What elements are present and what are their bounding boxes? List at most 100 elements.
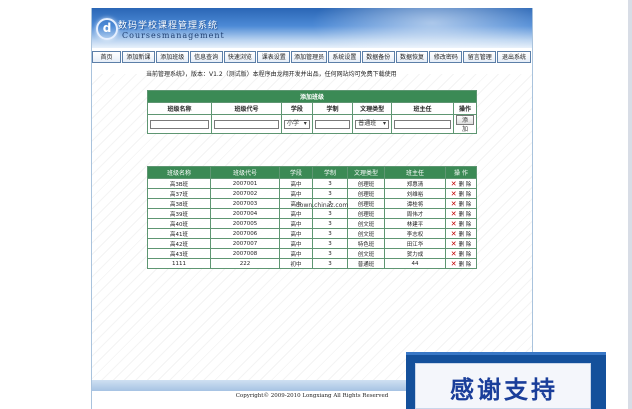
col-type: 文理类型 (352, 102, 392, 115)
nav-restore[interactable]: 数据恢复 (395, 51, 429, 63)
delete-label: 删 除 (458, 261, 472, 268)
cell-type: 创文班 (347, 228, 385, 239)
cell-teacher: 田江华 (384, 238, 446, 249)
cell-years: 3 (312, 208, 348, 219)
cell-class-code: 2007005 (210, 218, 280, 229)
table-row: 高40班 2007005 高中 3 创文班 林建平 ✕ 删 除 (147, 218, 477, 229)
cell-teacher: 刘维裕 (384, 188, 446, 199)
add-button[interactable]: 添加 (456, 115, 474, 133)
banner-glow (302, 8, 532, 48)
type-value: 普通班 (358, 120, 377, 127)
cell-teacher: 郑惠清 (384, 178, 446, 189)
stage-select[interactable]: 小学 ▾ (284, 119, 310, 129)
table-row: 1111 222 初中 3 普通班 44 ✕ 删 除 (147, 258, 477, 269)
cell-class-code: 2007003 (210, 198, 280, 209)
cell-type: 创文班 (347, 248, 385, 259)
cell-class-name: 高39班 (147, 208, 211, 219)
nav-backup[interactable]: 数据备份 (361, 51, 395, 63)
header-banner: d 数码学校课程管理系统 Coursesmanagement (92, 8, 532, 48)
delete-label: 删 除 (458, 221, 472, 228)
nav-add-course[interactable]: 添加新课 (121, 51, 155, 63)
cell-years: 3 (312, 248, 348, 259)
cell-class-code: 2007004 (210, 208, 280, 219)
cell-stage: 高中 (279, 238, 313, 249)
cell-action: ✕ 删 除 (445, 248, 477, 259)
cell-class-code: 2007002 (210, 188, 280, 199)
cell-action: ✕ 删 除 (445, 208, 477, 219)
col-action: 操作 (453, 102, 477, 115)
nav-add-class[interactable]: 添加班级 (155, 51, 189, 63)
delete-button[interactable]: ✕ 删 除 (446, 200, 476, 208)
cell-teacher: 44 (384, 258, 446, 269)
teacher-input[interactable] (393, 119, 452, 129)
delete-icon: ✕ (450, 179, 457, 188)
cell-years: 3 (312, 178, 348, 189)
app-title: 数码学校课程管理系统 (118, 21, 219, 31)
cell-action: ✕ 删 除 (445, 228, 477, 239)
table-row: 高41班 2007006 高中 3 创文班 李志权 ✕ 删 除 (147, 228, 477, 239)
table-row: 高42班 2007007 高中 3 特色班 田江华 ✕ 删 除 (147, 238, 477, 249)
cell-stage: 高中 (279, 178, 313, 189)
delete-label: 删 除 (458, 241, 472, 248)
table-body: 高3B班 2007001 高中 3 创理班 郑惠清 ✕ 删 除高37班 2007002 高中 3 创理… (147, 178, 477, 269)
cell-stage: 高中 (279, 188, 313, 199)
years-input[interactable] (314, 119, 351, 129)
cell-type: 创理班 (347, 198, 385, 209)
table-header: 文理类型 (347, 166, 385, 179)
cell-teacher: 贺力成 (384, 248, 446, 259)
cell-teacher: 周伟才 (384, 208, 446, 219)
cell-class-code: 2007001 (210, 178, 280, 189)
nav-messages[interactable]: 留言管理 (463, 51, 497, 63)
app-frame: d 数码学校课程管理系统 Coursesmanagement 首页 添加新课 添… (91, 8, 533, 409)
window-edge (628, 0, 632, 409)
class-name-input[interactable] (150, 119, 210, 129)
table-row: 高37班 2007002 高中 3 创理班 刘维裕 ✕ 删 除 (147, 188, 477, 199)
nav-logout[interactable]: 退出系统 (497, 51, 531, 63)
nav-home[interactable]: 首页 (92, 51, 121, 63)
cell-class-name: 1111 (147, 258, 211, 269)
delete-button[interactable]: ✕ 删 除 (446, 250, 476, 258)
delete-icon: ✕ (450, 229, 457, 238)
cell-class-name: 高38班 (147, 198, 211, 209)
logo-icon: d (96, 18, 118, 40)
delete-button[interactable]: ✕ 删 除 (446, 230, 476, 238)
table-header: 学段 (279, 166, 313, 179)
promo-banner[interactable]: 感谢支持 (406, 352, 606, 409)
nav-quick-browse[interactable]: 快速浏览 (223, 51, 257, 63)
table-header: 学制 (312, 166, 348, 179)
cell-stage: 高中 (279, 218, 313, 229)
class-table: 班级名称 班级代号 学段 学制 文理类型 班主任 操 作 高3B班 2007001… (147, 166, 477, 269)
class-code-input[interactable] (214, 119, 280, 129)
cell-years: 3 (312, 228, 348, 239)
delete-button[interactable]: ✕ 删 除 (446, 180, 476, 188)
cell-years: 3 (312, 218, 348, 229)
delete-button[interactable]: ✕ 删 除 (446, 260, 476, 268)
nav-schedule-settings[interactable]: 课表设置 (257, 51, 291, 63)
main-nav: 首页 添加新课 添加班级 信息查询 快速浏览 课表设置 添加管理员 系统设置 数… (92, 51, 532, 63)
type-select[interactable]: 普通班 ▾ (355, 119, 389, 129)
promo-text: 感谢支持 (450, 376, 558, 404)
cell-action: ✕ 删 除 (445, 218, 477, 229)
form-caption: 添加班级 (147, 90, 477, 103)
col-stage: 学段 (281, 102, 313, 115)
table-row: 高3B班 2007001 高中 3 创理班 郑惠清 ✕ 删 除 (147, 178, 477, 189)
nav-add-admin[interactable]: 添加管理员 (291, 51, 327, 63)
delete-button[interactable]: ✕ 删 除 (446, 240, 476, 248)
nav-system-settings[interactable]: 系统设置 (327, 51, 361, 63)
delete-label: 删 除 (458, 201, 472, 208)
table-row: 高39班 2007004 高中 3 创理班 周伟才 ✕ 删 除 (147, 208, 477, 219)
cell-years: 3 (312, 258, 348, 269)
delete-button[interactable]: ✕ 删 除 (446, 220, 476, 228)
nav-change-password[interactable]: 修改密码 (429, 51, 463, 63)
cell-class-code: 2007007 (210, 238, 280, 249)
delete-button[interactable]: ✕ 删 除 (446, 190, 476, 198)
version-notice: 当前管理系统》，版本：V1.2（测试版）本程序由龙翔开发并出品，任何网站均可免费… (146, 71, 397, 78)
cell-type: 创理班 (347, 208, 385, 219)
cell-action: ✕ 删 除 (445, 188, 477, 199)
delete-label: 删 除 (458, 181, 472, 188)
nav-query[interactable]: 信息查询 (189, 51, 223, 63)
chevron-down-icon: ▾ (303, 120, 307, 127)
delete-label: 删 除 (458, 231, 472, 238)
delete-button[interactable]: ✕ 删 除 (446, 210, 476, 218)
cell-action: ✕ 删 除 (445, 198, 477, 209)
